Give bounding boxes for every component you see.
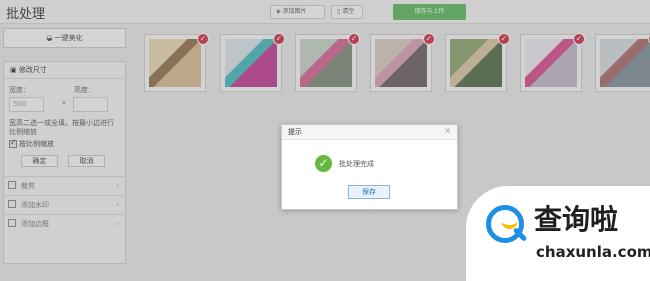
dialog-title: 提示 bbox=[282, 125, 457, 140]
completion-dialog: 提示 × ✓ 批处理完成 保存 bbox=[281, 124, 458, 210]
smile-logo-mark bbox=[501, 220, 518, 229]
batch-editor-window: 批处理 ◈ 添加图片 ▯ 清空 保存与上传 ◒ 一键美化 ▣ 修改尺寸 宽度： … bbox=[0, 0, 650, 281]
completion-message: 批处理完成 bbox=[339, 160, 374, 168]
dialog-save-button[interactable]: 保存 bbox=[348, 185, 390, 199]
watermark-domain: chaxunla.com bbox=[536, 243, 650, 261]
query-logo-icon bbox=[486, 205, 524, 243]
site-watermark: 查询啦 chaxunla.com bbox=[466, 186, 650, 281]
watermark-chinese-name: 查询啦 bbox=[534, 203, 619, 236]
close-icon[interactable]: × bbox=[444, 126, 451, 135]
success-check-icon: ✓ bbox=[315, 155, 332, 172]
